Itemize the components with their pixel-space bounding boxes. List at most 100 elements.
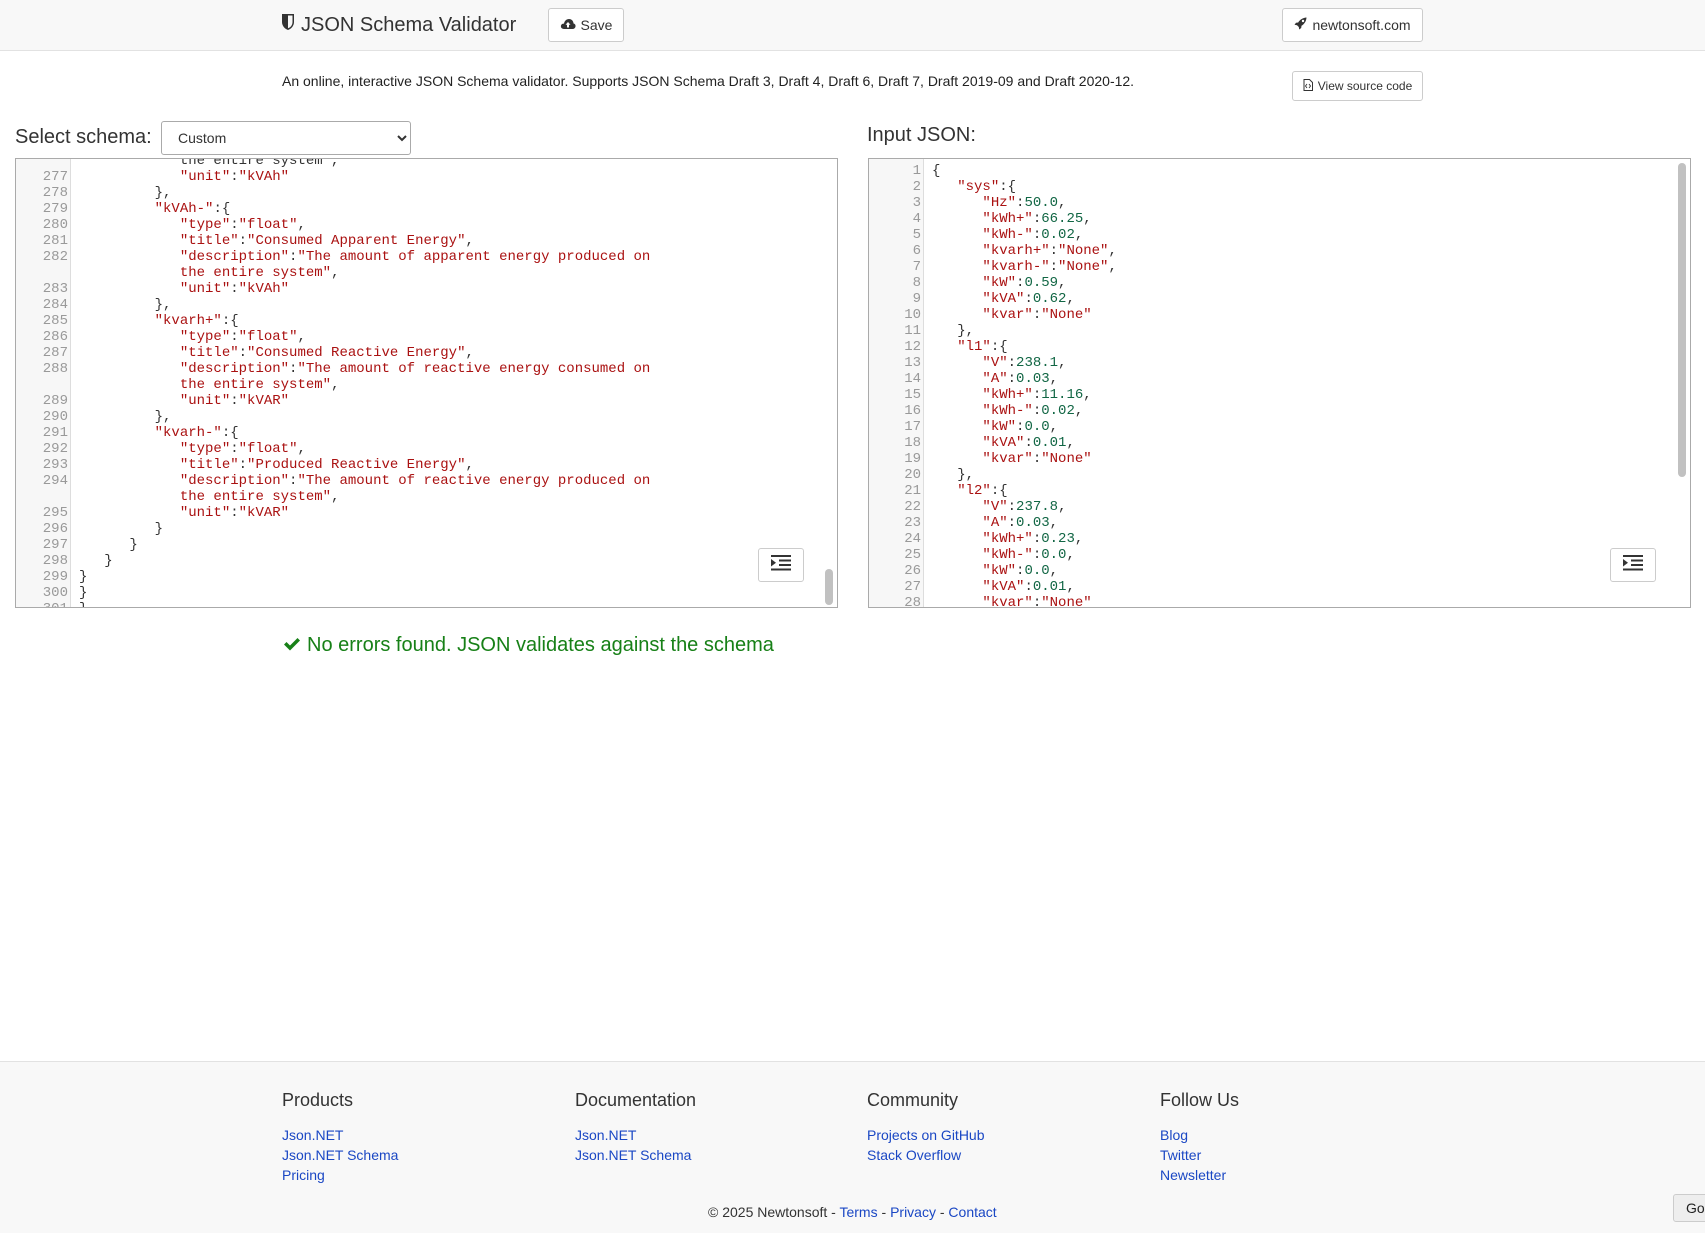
intro-text: An online, interactive JSON Schema valid… — [282, 73, 1135, 89]
schema-code-line[interactable]: 288 "description":"The amount of reactiv… — [16, 361, 837, 393]
input-code-line[interactable]: 9 "kVA":0.62, — [869, 291, 1690, 307]
input-code-line[interactable]: 19 "kvar":"None" — [869, 451, 1690, 467]
schema-code-line[interactable]: 293 "title":"Produced Reactive Energy", — [16, 457, 837, 473]
schema-code-line[interactable]: 295 "unit":"kVAR" — [16, 505, 837, 521]
footer-link-docs-json-net-schema[interactable]: Json.NET Schema — [575, 1145, 696, 1165]
line-number: 5 — [912, 227, 921, 243]
schema-code[interactable]: the entire system", 277 "unit":"kVAh" 278 … — [16, 159, 837, 607]
input-code-line[interactable]: 5 "kWh-":0.02, — [869, 227, 1690, 243]
input-code-line[interactable]: 26 "kW":0.0, — [869, 563, 1690, 579]
schema-code-line[interactable]: 281 "title":"Consumed Apparent Energy", — [16, 233, 837, 249]
schema-editor-scrollbar[interactable] — [825, 569, 833, 605]
input-code-line[interactable]: 2 "sys":{ — [869, 179, 1690, 195]
footer-link-pricing[interactable]: Pricing — [282, 1165, 398, 1185]
schema-editor[interactable]: the entire system", 277 "unit":"kVAh" 278 … — [15, 158, 838, 608]
input-code-line[interactable]: 3 "Hz":50.0, — [869, 195, 1690, 211]
input-code-line[interactable]: 20 }, — [869, 467, 1690, 483]
line-number: 24 — [904, 531, 921, 547]
input-code-line[interactable]: 27 "kVA":0.01, — [869, 579, 1690, 595]
line-number: 292 — [42, 441, 68, 457]
footer-link-json-net[interactable]: Json.NET — [282, 1125, 398, 1145]
input-code-line[interactable]: 21 "l2":{ — [869, 483, 1690, 499]
contact-link[interactable]: Contact — [948, 1204, 996, 1220]
footer-link-blog[interactable]: Blog — [1160, 1125, 1239, 1145]
line-text: "kWh-":0.02, — [982, 403, 1084, 419]
save-button[interactable]: Save — [548, 8, 624, 42]
footer-link-stack-overflow[interactable]: Stack Overflow — [867, 1145, 985, 1165]
schema-code-line[interactable]: 279 "kVAh-":{ — [16, 201, 837, 217]
input-code-line[interactable]: 16 "kWh-":0.02, — [869, 403, 1690, 419]
line-number: 299 — [42, 569, 68, 585]
schema-code-line[interactable]: 294 "description":"The amount of reactiv… — [16, 473, 837, 505]
schema-select[interactable]: Custom — [161, 121, 411, 155]
input-code-line[interactable]: 22 "V":237.8, — [869, 499, 1690, 515]
input-format-button[interactable] — [1610, 548, 1656, 582]
footer-link-json-net-schema[interactable]: Json.NET Schema — [282, 1145, 398, 1165]
go-button[interactable]: Go — [1673, 1194, 1705, 1222]
input-code-line[interactable]: 8 "kW":0.59, — [869, 275, 1690, 291]
input-code-line[interactable]: 6 "kvarh+":"None", — [869, 243, 1690, 259]
view-source-label: View source code — [1317, 79, 1413, 93]
schema-code-line[interactable]: 286 "type":"float", — [16, 329, 837, 345]
input-code-line[interactable]: 18 "kVA":0.01, — [869, 435, 1690, 451]
input-code-line[interactable]: 7 "kvarh-":"None", — [869, 259, 1690, 275]
schema-code-line[interactable]: 298 } — [16, 553, 837, 569]
schema-code-line[interactable]: 291 "kvarh-":{ — [16, 425, 837, 441]
schema-format-button[interactable] — [758, 548, 804, 582]
footer-link-github[interactable]: Projects on GitHub — [867, 1125, 985, 1145]
input-code-line[interactable]: 25 "kWh-":0.0, — [869, 547, 1690, 563]
terms-link[interactable]: Terms — [839, 1204, 877, 1220]
line-number: 1 — [912, 163, 921, 179]
schema-code-line[interactable]: 287 "title":"Consumed Reactive Energy", — [16, 345, 837, 361]
input-code-line[interactable]: 10 "kvar":"None" — [869, 307, 1690, 323]
input-code-line[interactable]: 24 "kWh+":0.23, — [869, 531, 1690, 547]
line-number: 279 — [42, 201, 68, 217]
footer-column-follow-us: Follow Us Blog Twitter Newsletter — [1160, 1090, 1239, 1185]
privacy-link[interactable]: Privacy — [890, 1204, 936, 1220]
line-number: 3 — [912, 195, 921, 211]
input-code-line[interactable]: 28 "kvar":"None" — [869, 595, 1690, 607]
view-source-button[interactable]: View source code — [1292, 71, 1423, 101]
schema-code-line[interactable]: 292 "type":"float", — [16, 441, 837, 457]
footer-link-newsletter[interactable]: Newsletter — [1160, 1165, 1239, 1185]
schema-code-line[interactable]: 297 } — [16, 537, 837, 553]
input-code-line[interactable]: 17 "kW":0.0, — [869, 419, 1690, 435]
footer-link-docs-json-net[interactable]: Json.NET — [575, 1125, 696, 1145]
input-code-line[interactable]: 1{ — [869, 163, 1690, 179]
schema-code-line[interactable]: 283 "unit":"kVAh" — [16, 281, 837, 297]
input-code-line[interactable]: 12 "l1":{ — [869, 339, 1690, 355]
schema-code-line[interactable]: 289 "unit":"kVAR" — [16, 393, 837, 409]
schema-code-line[interactable]: 285 "kvarh+":{ — [16, 313, 837, 329]
footer-column-community: Community Projects on GitHub Stack Overf… — [867, 1090, 985, 1165]
line-text: "type":"float", — [179, 441, 306, 457]
line-text: } — [79, 521, 164, 537]
newtonsoft-site-button[interactable]: newtonsoft.com — [1282, 8, 1423, 42]
input-code-line[interactable]: 14 "A":0.03, — [869, 371, 1690, 387]
input-code-line[interactable]: 4 "kWh+":66.25, — [869, 211, 1690, 227]
input-code[interactable]: 1{2 "sys":{3 "Hz":50.0, 4 "kWh+":66.25, 5 … — [869, 163, 1690, 607]
line-text: } — [79, 569, 88, 585]
schema-code-line[interactable]: 280 "type":"float", — [16, 217, 837, 233]
input-code-line[interactable]: 11 }, — [869, 323, 1690, 339]
line-text: "kWh-":0.0, — [982, 547, 1075, 563]
line-text: "V":238.1, — [982, 355, 1067, 371]
schema-code-line[interactable]: 301} — [16, 601, 837, 607]
schema-code-line[interactable]: 278 }, — [16, 185, 837, 201]
cloud-upload-icon — [560, 17, 576, 33]
schema-code-line[interactable]: 300} — [16, 585, 837, 601]
input-code-line[interactable]: 13 "V":238.1, — [869, 355, 1690, 371]
brand[interactable]: JSON Schema Validator — [281, 13, 516, 37]
schema-code-line[interactable]: 299} — [16, 569, 837, 585]
schema-code-line[interactable]: 296 } — [16, 521, 837, 537]
input-json-editor[interactable]: 1{2 "sys":{3 "Hz":50.0, 4 "kWh+":66.25, 5 … — [868, 158, 1691, 608]
input-editor-scrollbar[interactable] — [1678, 163, 1686, 477]
line-text: "kWh+":0.23, — [982, 531, 1084, 547]
schema-code-line[interactable]: 277 "unit":"kVAh" — [16, 169, 837, 185]
footer-link-twitter[interactable]: Twitter — [1160, 1145, 1239, 1165]
schema-code-line[interactable]: 282 "description":"The amount of apparen… — [16, 249, 837, 281]
input-code-line[interactable]: 15 "kWh+":11.16, — [869, 387, 1690, 403]
input-code-line[interactable]: 23 "A":0.03, — [869, 515, 1690, 531]
schema-code-line[interactable]: 284 }, — [16, 297, 837, 313]
schema-code-line[interactable]: 290 }, — [16, 409, 837, 425]
schema-code-line[interactable]: the entire system", — [16, 159, 837, 169]
